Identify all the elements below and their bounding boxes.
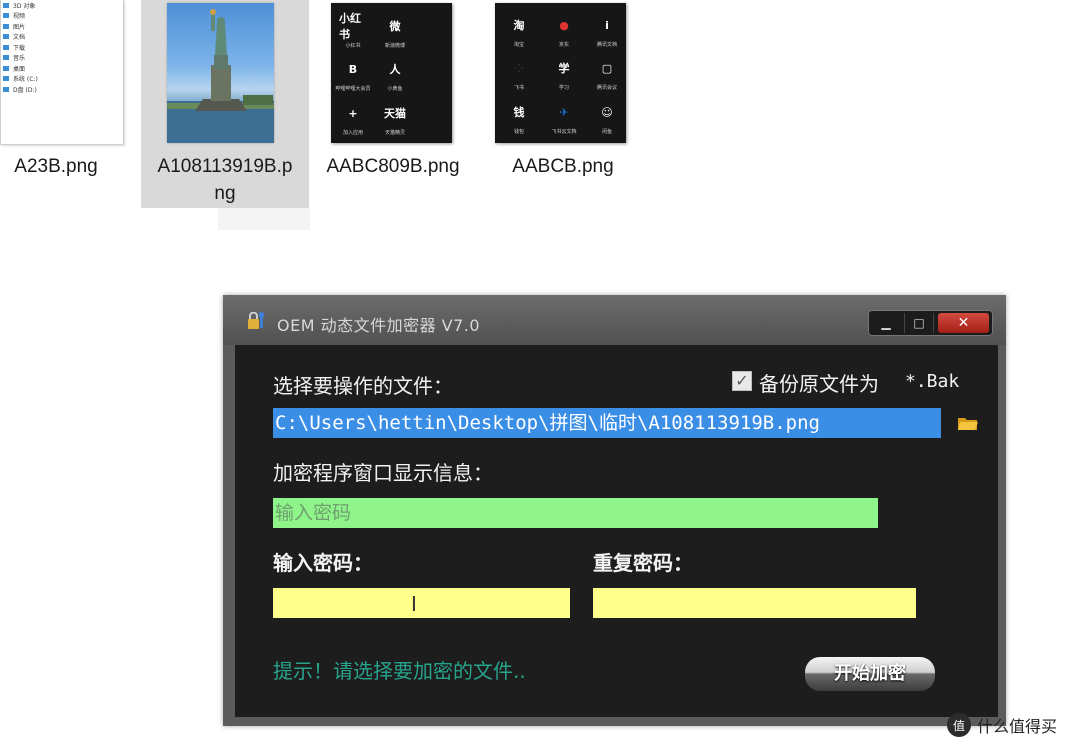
thumbnail-a23b[interactable]: 3D 对象 视频 图片 文档 下载 音乐 桌面 系统 (C:) D盘 (D:) [0,0,124,145]
watermark: 值 什么值得买 [947,713,1057,737]
app-tile: ☺ [601,105,613,119]
hint-text: 提示！请选择要加密的文件.. [273,659,526,683]
app-caption: 新浪微博 [384,43,405,49]
minimize-button[interactable]: ▁ [872,313,900,333]
window-controls: ▁ □ ✕ [868,310,993,336]
app-caption: 小红书 [345,43,361,49]
info-field[interactable]: 输入密码 [273,498,878,528]
app-tile: 钱 [513,106,525,119]
app-tile: ✈ [559,105,569,119]
list-item: 文档 [1,32,123,43]
password-label: 输入密码： [273,551,373,575]
file-name: A23B.png [14,156,98,177]
window-body: 选择要操作的文件： ✓ 备份原文件为 *.Bak C:\Users\hettin… [235,345,998,717]
backup-label: 备份原文件为 [759,372,879,396]
app-caption: 学习 [558,85,569,91]
encryptor-window: OEM 动态文件加密器 V7.0 ▁ □ ✕ 选择要操作的文件： ✓ 备份原文件… [223,295,1006,726]
start-encrypt-button[interactable]: 开始加密 [805,657,935,691]
file-name: AABC809B.png [326,156,460,177]
select-file-label: 选择要操作的文件： [273,374,453,398]
folder-icon [3,23,9,29]
file-item-a23b[interactable]: A23B.png [0,153,112,180]
app-caption: 腾讯文档 [596,42,617,48]
app-caption: 小黄鱼 [387,86,403,92]
app-caption: 闲鱼 [601,129,612,135]
drive-icon [3,76,9,82]
list-item: 系统 (C:) [1,74,123,85]
app-caption: 飞书 [513,85,524,91]
watermark-text: 什么值得买 [977,717,1058,736]
key-lock-icon [248,312,265,329]
app-tile: 人 [389,63,401,76]
desktop-icon [3,65,9,71]
file-item-aabcb[interactable]: AABCB.png [490,153,636,180]
music-icon [3,55,9,61]
app-tile: + [348,106,358,120]
open-folder-icon[interactable] [957,415,979,431]
file-name: A108113919B.p ng [157,156,293,204]
maximize-button[interactable]: □ [904,313,934,333]
list-item: D盘 (D:) [1,84,123,95]
text-cursor-icon: I [411,592,417,616]
folder-icon [3,13,9,19]
list-item: 视频 [1,11,123,22]
folder-icon [3,2,9,8]
file-item-a108113919b[interactable]: A108113919B.p ng [141,153,309,207]
list-item: 图片 [1,21,123,32]
app-caption: 哔哩哔哩大会员 [335,86,371,92]
download-icon [3,44,9,50]
window-title: OEM 动态文件加密器 V7.0 [277,316,481,335]
app-tile: 天猫 [384,107,406,120]
app-caption: 天猫精灵 [384,130,405,136]
app-tile: 学 [558,62,570,75]
app-caption: 飞书云文档 [551,129,577,135]
app-tile: 淘 [513,19,525,32]
list-item: 3D 对象 [1,0,123,11]
app-tile: ● [559,18,569,32]
file-path-field[interactable]: C:\Users\hettin\Desktop\拼图\临时\A108113919… [273,408,941,438]
app-caption: 腾讯会议 [596,85,617,91]
thumbnail-statue-of-liberty[interactable] [167,3,274,143]
repeat-password-label: 重复密码： [593,551,693,575]
file-name: AABCB.png [512,156,614,177]
app-caption: 加入应用 [342,130,363,136]
app-tile: 小红书 [339,12,361,41]
folder-icon [3,34,9,40]
app-caption: 淘宝 [513,42,524,48]
backup-extension: *.Bak [905,371,960,392]
app-tile: ▢ [601,61,613,75]
repeat-password-input[interactable] [593,588,916,618]
drive-icon [3,86,9,92]
statue-image [167,9,274,143]
thumbnail-aabcb[interactable]: 淘 ● i ⁘ 学 ▢ 钱 ✈ ☺ 淘宝 京东 腾讯文档 飞书 学习 腾讯会议 … [495,3,626,143]
app-tile: i [605,18,609,32]
info-label: 加密程序窗口显示信息： [273,461,493,485]
list-item: 下载 [1,42,123,53]
selected-file-highlight-tail [218,208,310,230]
app-caption: 京东 [558,42,569,48]
password-input[interactable] [273,588,570,618]
title-bar[interactable]: OEM 动态文件加密器 V7.0 ▁ □ ✕ [223,295,1006,345]
close-button[interactable]: ✕ [938,313,989,333]
app-tile: B [348,62,358,76]
backup-checkbox[interactable]: ✓ [732,371,752,391]
app-caption: 钱包 [513,129,524,135]
thumbnail-aabc809b[interactable]: 小红书 微 B 人 + 天猫 小红书 新浪微博 哔哩哔哩大会员 小黄鱼 加入应用… [331,3,452,143]
list-item: 音乐 [1,53,123,64]
app-tile: ⁘ [514,61,524,75]
app-tile: 微 [389,20,401,33]
list-item: 桌面 [1,63,123,74]
file-item-aabc809b[interactable]: AABC809B.png [318,153,468,180]
smzdm-logo-icon: 值 [947,713,971,737]
